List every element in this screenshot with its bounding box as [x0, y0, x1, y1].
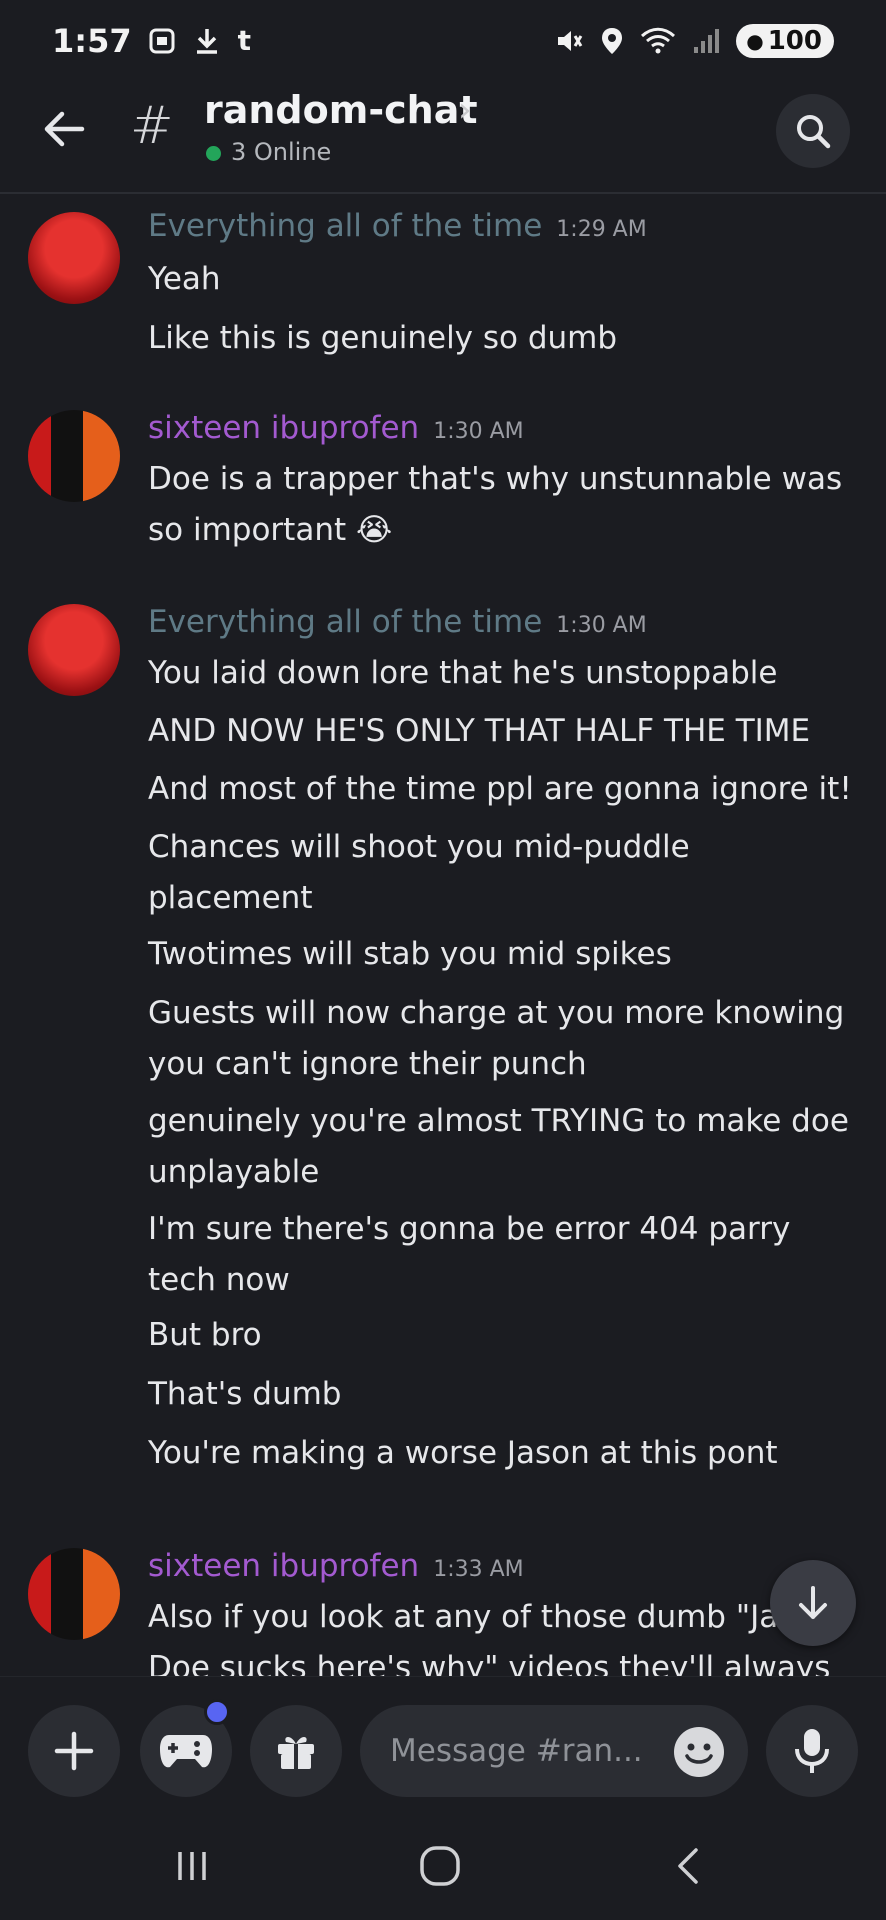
search-button[interactable]: [776, 94, 850, 168]
gamepad-icon: [160, 1735, 212, 1768]
avatar[interactable]: [28, 1548, 120, 1640]
online-status-dot: [206, 146, 221, 161]
tumblr-icon: t: [237, 24, 251, 57]
message-timestamp: 1:30 AM: [433, 419, 524, 444]
voice-message-button[interactable]: [766, 1705, 858, 1797]
location-icon: [602, 28, 623, 54]
message-text[interactable]: Yeah: [148, 254, 858, 305]
message-text[interactable]: AND NOW HE'S ONLY THAT HALF THE TIME: [148, 706, 858, 757]
emoji-icon: [685, 1743, 713, 1764]
message-text[interactable]: Chances will shoot you mid-puddle placem…: [148, 822, 858, 924]
message-input[interactable]: Message #ran...: [360, 1705, 748, 1797]
avatar[interactable]: [28, 410, 120, 502]
message-timestamp: 1:33 AM: [433, 1557, 524, 1582]
message-text[interactable]: genuinely you're almost TRYING to make d…: [148, 1096, 858, 1198]
author-name[interactable]: Everything all of the time: [148, 208, 542, 244]
message-text[interactable]: And most of the time ppl are gonna ignor…: [148, 764, 858, 815]
nav-back-icon: [678, 1848, 698, 1884]
status-bar: 1:57 t ● 100: [0, 0, 886, 82]
nav-back-button[interactable]: [658, 1836, 718, 1896]
message-text[interactable]: You laid down lore that he's unstoppable: [148, 648, 858, 699]
activity-notification-badge: [204, 1699, 230, 1725]
message-timestamp: 1:30 AM: [556, 613, 647, 638]
message-text[interactable]: Guests will now charge at you more knowi…: [148, 988, 858, 1090]
gift-icon: [278, 1737, 314, 1769]
channel-title[interactable]: random-chat: [204, 88, 478, 132]
search-icon: [797, 115, 831, 149]
message-author[interactable]: sixteen ibuprofen 1:30 AM: [148, 410, 524, 446]
wifi-icon: [641, 27, 676, 54]
add-attachment-button[interactable]: [28, 1705, 120, 1797]
message-author[interactable]: Everything all of the time 1:29 AM: [148, 208, 647, 244]
chevron-right-icon[interactable]: ›: [458, 90, 472, 130]
nav-home-icon: [420, 1846, 460, 1886]
download-icon: [196, 29, 217, 54]
message-author[interactable]: sixteen ibuprofen 1:33 AM: [148, 1548, 524, 1584]
author-name[interactable]: sixteen ibuprofen: [148, 1548, 419, 1584]
message-text[interactable]: That's dumb: [148, 1369, 858, 1420]
channel-header: # random-chat › 3 Online: [0, 82, 886, 194]
system-nav-bar: [0, 1812, 886, 1920]
author-name[interactable]: Everything all of the time: [148, 604, 542, 640]
emoji-button[interactable]: [674, 1727, 724, 1777]
message-text[interactable]: But bro: [148, 1310, 858, 1361]
author-name[interactable]: sixteen ibuprofen: [148, 410, 419, 446]
gift-button[interactable]: [250, 1705, 342, 1797]
leaf-icon: ●: [746, 29, 764, 53]
avatar[interactable]: [28, 212, 120, 304]
status-time: 1:57: [52, 22, 132, 60]
arrow-down-icon: [799, 1586, 827, 1619]
nav-recents-button[interactable]: [162, 1836, 222, 1896]
scroll-to-bottom-button[interactable]: [770, 1560, 856, 1646]
signal-icon: [694, 29, 720, 53]
battery-indicator: ● 100: [736, 24, 834, 58]
message-author[interactable]: Everything all of the time 1:30 AM: [148, 604, 647, 640]
nav-home-button[interactable]: [410, 1836, 470, 1896]
nav-recents-icon: [178, 1852, 206, 1880]
microphone-icon: [795, 1729, 829, 1773]
screenshot-icon: [149, 28, 175, 54]
message-text[interactable]: Also if you look at any of those dumb "J…: [148, 1592, 858, 1676]
battery-level: 100: [767, 26, 822, 56]
avatar[interactable]: [28, 604, 120, 696]
mute-vibrate-icon: [558, 31, 583, 51]
message-placeholder: Message #ran...: [390, 1733, 643, 1769]
message-text[interactable]: Twotimes will stab you mid spikes: [148, 929, 858, 980]
online-count: 3 Online: [231, 138, 332, 166]
message-timestamp: 1:29 AM: [556, 217, 647, 242]
message-text[interactable]: You're making a worse Jason at this pont: [148, 1428, 858, 1479]
back-arrow-icon: [44, 111, 85, 147]
message-text[interactable]: Doe is a trapper that's why unstunnable …: [148, 454, 858, 556]
plus-icon: [54, 1731, 94, 1771]
message-composer: Message #ran...: [0, 1676, 886, 1812]
message-text[interactable]: Like this is genuinely so dumb: [148, 313, 858, 364]
hash-icon: #: [130, 96, 174, 156]
message-text[interactable]: I'm sure there's gonna be error 404 parr…: [148, 1204, 858, 1306]
message-list[interactable]: Everything all of the time 1:29 AM Yeah L…: [0, 196, 886, 1676]
back-button[interactable]: [40, 104, 90, 154]
